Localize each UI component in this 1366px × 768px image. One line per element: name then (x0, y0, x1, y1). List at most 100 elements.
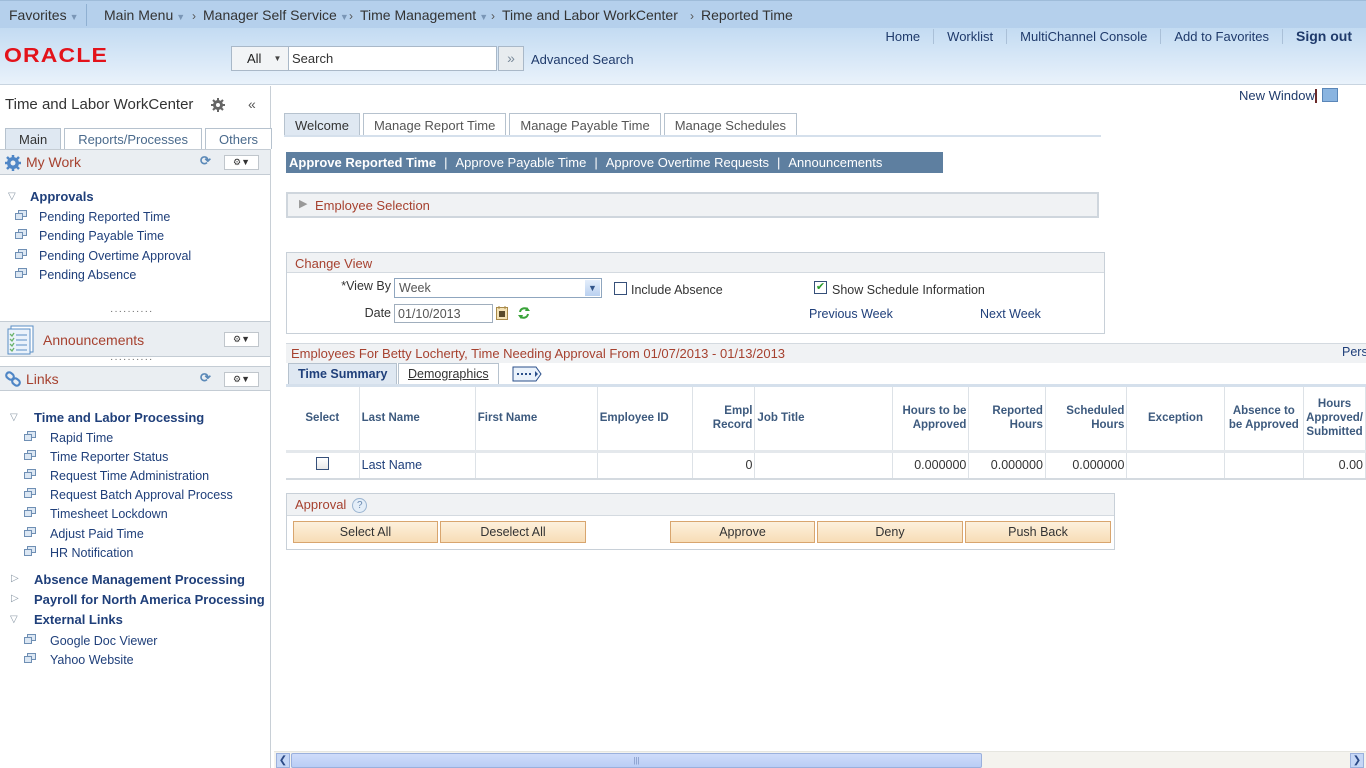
refresh-icon[interactable]: ⟳ (200, 153, 211, 169)
grid-tab-demographics[interactable]: Demographics (398, 363, 499, 385)
last-name-cell[interactable]: Last Name (359, 451, 476, 480)
sidebar-tab-others[interactable]: Others (205, 128, 273, 149)
expanded-triangle-icon[interactable]: ▽ (10, 614, 18, 625)
scroll-right-icon[interactable]: ❯ (1350, 753, 1364, 768)
adjust-paid-time-link[interactable]: Adjust Paid Time (50, 527, 144, 541)
personalize-link[interactable]: Pers (1342, 345, 1366, 359)
previous-week-link[interactable]: Previous Week (809, 307, 893, 321)
grid-tab-time-summary[interactable]: Time Summary (288, 363, 398, 385)
new-window-link[interactable]: New Window (1239, 88, 1315, 103)
pagelet-options-button[interactable]: ⚙▼ (224, 155, 259, 170)
calendar-icon[interactable] (496, 306, 508, 320)
breadcrumb-reported-time[interactable]: › Reported Time (690, 7, 793, 23)
include-absence-checkbox[interactable] (614, 282, 627, 295)
absence-management-processing-group[interactable]: Absence Management Processing (34, 572, 245, 587)
add-to-favorites-link[interactable]: Add to Favorites (1160, 29, 1282, 44)
employee-selection-section[interactable]: ▶ Employee Selection (286, 192, 1099, 218)
column-header-first-name[interactable]: First Name (475, 387, 598, 453)
payroll-north-america-processing-group[interactable]: Payroll for North America Processing (34, 592, 265, 607)
search-input[interactable]: Search (289, 46, 497, 71)
subnav-approve-overtime-requests[interactable]: Approve Overtime Requests (606, 155, 769, 170)
next-week-link[interactable]: Next Week (980, 307, 1041, 321)
first-name-cell (475, 451, 598, 480)
subnav-approve-payable-time[interactable]: Approve Payable Time (456, 155, 587, 170)
select-all-button[interactable]: Select All (293, 521, 438, 543)
deselect-all-button[interactable]: Deselect All (440, 521, 586, 543)
search-scope-select[interactable]: All ▼ (231, 46, 289, 71)
resize-handle[interactable]: ·········· (110, 306, 153, 317)
pending-overtime-approval-link[interactable]: Pending Overtime Approval (39, 249, 191, 263)
gear-icon[interactable] (211, 98, 225, 112)
expanded-triangle-icon[interactable]: ▽ (10, 412, 18, 423)
sidebar-tab-reports-processes[interactable]: Reports/Processes (64, 128, 203, 149)
column-header-absence-to-be-approved[interactable]: Absence to be Approved (1224, 387, 1305, 453)
scrollbar-thumb[interactable]: ||| (291, 753, 982, 768)
tab-manage-report-time[interactable]: Manage Report Time (362, 113, 507, 136)
search-go-button[interactable]: » (498, 46, 524, 71)
breadcrumb-manager-self-service[interactable]: › Manager Self Service ▼ (192, 7, 349, 23)
show-all-columns-icon[interactable] (512, 366, 542, 382)
pagelet-options-button[interactable]: ⚙▼ (224, 332, 259, 347)
refresh-icon[interactable]: ⟳ (200, 370, 211, 386)
column-header-hours-approved[interactable]: Hours Approved/ Submitted (1303, 387, 1366, 453)
tab-welcome[interactable]: Welcome (284, 113, 360, 136)
tab-manage-payable-time[interactable]: Manage Payable Time (509, 113, 661, 136)
deny-button[interactable]: Deny (817, 521, 963, 543)
resize-handle[interactable]: ·········· (110, 354, 153, 365)
home-link[interactable]: Home (872, 29, 933, 44)
row-select-checkbox[interactable] (315, 457, 329, 471)
google-doc-viewer-link[interactable]: Google Doc Viewer (50, 634, 157, 648)
column-header-employee-id[interactable]: Employee ID (597, 387, 693, 453)
column-header-job-title[interactable]: Job Title (754, 387, 893, 453)
breadcrumb-time-labor-workcenter[interactable]: › Time and Labor WorkCenter (491, 7, 678, 23)
collapse-sidebar-icon[interactable]: « (248, 96, 256, 112)
date-label: Date (364, 306, 391, 320)
time-reporter-status-link[interactable]: Time Reporter Status (50, 450, 168, 464)
pagelet-options-button[interactable]: ⚙▼ (224, 372, 259, 387)
hr-notification-link[interactable]: HR Notification (50, 546, 133, 560)
worklist-link[interactable]: Worklist (933, 29, 1006, 44)
column-header-hours-to-be-approved[interactable]: Hours to be Approved (892, 387, 970, 453)
external-links-group[interactable]: External Links (34, 612, 123, 627)
yahoo-website-link[interactable]: Yahoo Website (50, 653, 134, 667)
column-header-exception[interactable]: Exception (1126, 387, 1225, 453)
favorites-menu[interactable]: Favorites ▼ (9, 7, 79, 23)
view-by-select[interactable]: Week ▼ (394, 278, 602, 298)
sidebar-tab-main[interactable]: Main (5, 128, 62, 149)
scroll-left-icon[interactable]: ❮ (276, 753, 290, 768)
main-menu[interactable]: Main Menu ▼ (104, 7, 185, 23)
request-batch-approval-process-link[interactable]: Request Batch Approval Process (50, 488, 233, 502)
expand-triangle-icon[interactable]: ▶ (299, 197, 307, 210)
multichannel-console-link[interactable]: MultiChannel Console (1006, 29, 1160, 44)
pending-payable-time-link[interactable]: Pending Payable Time (39, 229, 164, 243)
help-icon[interactable]: ? (352, 498, 368, 514)
time-labor-processing-group[interactable]: Time and Labor Processing (34, 410, 204, 425)
request-time-administration-link[interactable]: Request Time Administration (50, 469, 209, 483)
collapsed-triangle-icon[interactable]: ▷ (11, 593, 19, 604)
timesheet-lockdown-link[interactable]: Timesheet Lockdown (50, 507, 168, 521)
column-header-last-name[interactable]: Last Name (359, 387, 476, 453)
refresh-icon[interactable] (517, 306, 531, 320)
pending-reported-time-link[interactable]: Pending Reported Time (39, 210, 170, 224)
sign-out-link[interactable]: Sign out (1282, 29, 1352, 44)
horizontal-scrollbar[interactable]: ❮ ||| ❯ (274, 751, 1366, 768)
push-back-button[interactable]: Push Back (965, 521, 1111, 543)
new-window-icon (15, 268, 27, 278)
show-schedule-checkbox[interactable]: ✔ (814, 281, 827, 294)
collapsed-triangle-icon[interactable]: ▷ (11, 573, 19, 584)
layout-icon[interactable] (1322, 88, 1338, 102)
date-input[interactable]: 01/10/2013 (394, 304, 493, 323)
subnav-announcements[interactable]: Announcements (788, 155, 882, 170)
column-header-reported-hours[interactable]: Reported Hours (968, 387, 1046, 453)
advanced-search-link[interactable]: Advanced Search (531, 52, 634, 67)
approve-button[interactable]: Approve (670, 521, 815, 543)
pending-absence-link[interactable]: Pending Absence (39, 268, 136, 282)
column-header-empl-record[interactable]: Empl Record (692, 387, 756, 453)
rapid-time-link[interactable]: Rapid Time (50, 431, 113, 445)
column-header-scheduled-hours[interactable]: Scheduled Hours (1045, 387, 1128, 453)
approvals-group[interactable]: Approvals (30, 189, 94, 204)
subnav-approve-reported-time[interactable]: Approve Reported Time (289, 155, 436, 170)
breadcrumb-time-management[interactable]: › Time Management ▼ (349, 7, 488, 23)
expanded-triangle-icon[interactable]: ▽ (8, 191, 16, 202)
tab-manage-schedules[interactable]: Manage Schedules (663, 113, 798, 136)
